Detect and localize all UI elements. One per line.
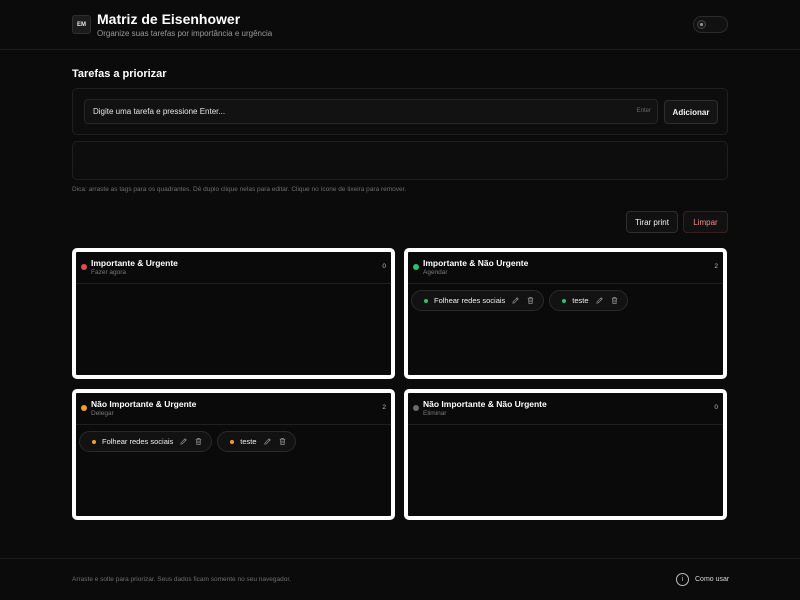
app-header: EM Matriz de Eisenhower Organize suas ta… — [0, 0, 800, 50]
quadrant-header: Importante & Não Urgente Agendar 2 — [408, 252, 723, 284]
hint-text: Dica: arraste as tags para os quadrantes… — [72, 186, 407, 193]
quadrant-drop-zone[interactable] — [79, 290, 388, 372]
quadrant-title: Importante & Não Urgente — [423, 258, 529, 268]
trash-icon[interactable] — [194, 437, 203, 446]
print-button[interactable]: Tirar print — [626, 211, 678, 233]
quadrant-important-not-urgent[interactable]: Importante & Não Urgente Agendar 2 Folhe… — [404, 248, 727, 379]
quadrant-drop-zone[interactable] — [411, 431, 720, 513]
trash-icon[interactable] — [526, 296, 535, 305]
info-icon: i — [676, 572, 689, 586]
quadrant-color-dot — [413, 405, 419, 411]
clear-button[interactable]: Limpar — [683, 211, 728, 233]
add-button[interactable]: Adicionar — [664, 100, 718, 124]
trash-icon[interactable] — [278, 437, 287, 446]
quadrant-not-important-urgent[interactable]: Não Importante & Urgente Delegar 2 Folhe… — [72, 389, 395, 520]
how-to-button[interactable]: i Como usar — [676, 572, 729, 586]
quadrant-not-important-not-urgent[interactable]: Não Importante & Não Urgente Eliminar 0 — [404, 389, 727, 520]
task-input-card: Digite uma tarefa e pressione Enter... E… — [72, 88, 728, 135]
how-to-label: Como usar — [695, 575, 730, 583]
edit-icon[interactable] — [179, 437, 188, 446]
tag-color-dot — [424, 298, 428, 303]
edit-icon[interactable] — [263, 437, 272, 446]
quadrant-title: Importante & Urgente — [91, 258, 178, 268]
task-tag-label: teste — [240, 437, 257, 446]
quadrant-count: 2 — [714, 263, 718, 270]
trash-icon[interactable] — [610, 296, 619, 305]
quadrant-drop-zone[interactable]: Folhear redes sociais teste — [411, 290, 720, 372]
tag-color-dot — [230, 439, 235, 444]
app-footer: Arraste e solte para priorizar. Seus dad… — [0, 558, 800, 600]
quadrant-count: 2 — [382, 404, 386, 411]
quadrant-important-urgent[interactable]: Importante & Urgente Fazer agora 0 — [72, 248, 395, 379]
app-logo: EM — [72, 15, 91, 34]
edit-icon[interactable] — [511, 296, 520, 305]
quadrant-header: Não Importante & Urgente Delegar 2 — [76, 393, 391, 425]
quadrant-header: Importante & Urgente Fazer agora 0 — [76, 252, 391, 284]
quadrant-drop-zone[interactable]: Folhear redes sociais teste — [79, 431, 388, 513]
edit-icon[interactable] — [595, 296, 604, 305]
moon-icon — [697, 20, 706, 29]
tag-color-dot — [92, 439, 96, 444]
footer-text: Arraste e solte para priorizar. Seus dad… — [72, 576, 291, 583]
task-tag-label: Folhear redes sociais — [434, 296, 506, 305]
task-tag-label: Folhear redes sociais — [102, 437, 174, 446]
quadrant-count: 0 — [382, 263, 386, 270]
quadrant-subtitle: Delegar — [91, 410, 114, 417]
quadrant-subtitle: Eliminar — [423, 410, 447, 417]
task-tag[interactable]: teste — [217, 431, 296, 452]
quadrant-header: Não Importante & Não Urgente Eliminar 0 — [408, 393, 723, 425]
task-tag-label: teste — [572, 296, 589, 305]
theme-toggle[interactable] — [693, 16, 728, 33]
task-tag[interactable]: Folhear redes sociais — [79, 431, 213, 452]
enter-hint: Enter — [636, 108, 651, 114]
app-title: Matriz de Eisenhower — [97, 11, 241, 27]
tag-color-dot — [562, 298, 567, 303]
quadrant-color-dot — [81, 405, 87, 411]
quadrant-title: Não Importante & Não Urgente — [423, 399, 547, 409]
app-subtitle: Organize suas tarefas por importância e … — [97, 29, 273, 38]
section-title: Tarefas a priorizar — [72, 68, 167, 80]
task-input-placeholder: Digite uma tarefa e pressione Enter... — [93, 107, 226, 116]
quadrant-title: Não Importante & Urgente — [91, 399, 197, 409]
quadrant-color-dot — [81, 264, 87, 270]
quadrant-color-dot — [413, 264, 419, 270]
task-tag[interactable]: teste — [549, 290, 628, 311]
quadrant-subtitle: Agendar — [423, 269, 448, 276]
task-input[interactable]: Digite uma tarefa e pressione Enter... E… — [84, 99, 658, 124]
task-tag[interactable]: Folhear redes sociais — [411, 290, 545, 311]
quadrant-subtitle: Fazer agora — [91, 269, 127, 276]
unsorted-tags-area[interactable] — [72, 141, 728, 180]
quadrant-count: 0 — [714, 404, 718, 411]
